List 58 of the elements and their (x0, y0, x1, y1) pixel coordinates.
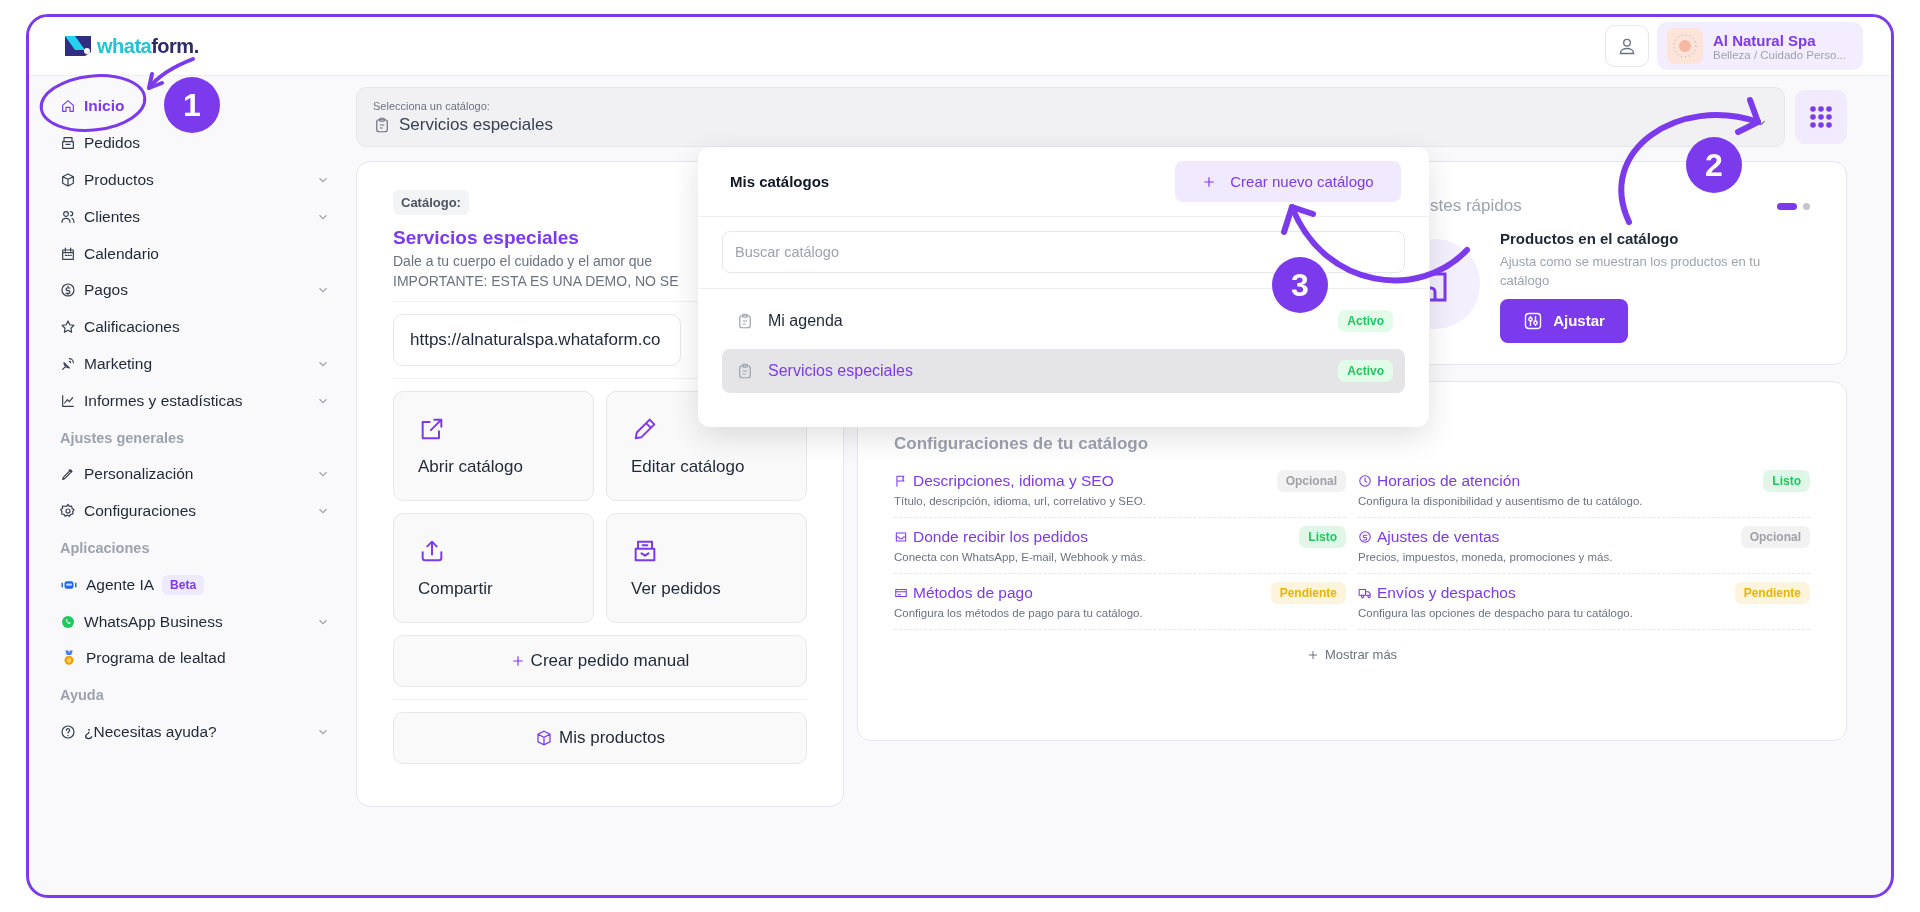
configuration-item[interactable]: Envíos y despachos Pendiente Configura las opciones de despacho para tu catálogo. (1358, 574, 1810, 630)
create-catalog-button[interactable]: Crear nuevo catálogo (1175, 161, 1401, 202)
sidebar-item[interactable]: Informes y estadísticas (60, 382, 330, 420)
configuration-item[interactable]: Donde recibir los pedidos Listo Conecta con WhatsApp, E-mail, Webhook y más. (894, 518, 1346, 574)
action-tile[interactable]: Ver pedidos (606, 513, 807, 623)
configuration-item[interactable]: Descripciones, idioma y SEO Opcional Título, descripción, idioma, url, correlativo y SEO. (894, 462, 1346, 518)
catalog-tag: Catálogo: (393, 190, 469, 215)
section-heading: Ajustes generales (60, 428, 186, 448)
configuration-item[interactable]: Métodos de pago Pendiente Configura los métodos de pago para tu catálogo. (894, 574, 1346, 630)
select-label: Selecciona un catálogo: (373, 99, 491, 112)
sidebar-item[interactable]: Calificaciones (60, 308, 180, 346)
status-badge: Activo (1338, 360, 1393, 382)
card-title: stes rápidos (1430, 196, 1522, 216)
card-title: Configuraciones de tu catálogo (894, 434, 1150, 454)
selected-catalog: Servicios especiales (399, 114, 553, 135)
url-field[interactable]: https://alnaturalspa.whataform.co (393, 314, 682, 366)
status-badge: Listo (1763, 470, 1810, 492)
sidebar-item[interactable]: ¿Necesitas ayuda? (60, 713, 330, 751)
status-badge: Listo (1299, 526, 1346, 548)
configuration-item[interactable]: Ajustes de ventas Opcional Precios, impuestos, moneda, promociones y más. (1358, 518, 1810, 574)
sidebar-item[interactable]: WhatsApp Business (60, 603, 330, 640)
search-field[interactable]: Buscar catálogo (722, 231, 1405, 273)
account-button[interactable]: Al Natural Spa Belleza / Cuidado Perso... (1657, 22, 1863, 70)
catalog-description: Dale a tu cuerpo el cuidado y el amor que (393, 253, 653, 269)
sidebar-item[interactable]: Productos (60, 161, 330, 199)
catalog-description: IMPORTANTE: ESTA ES UNA DEMO, NO SE (393, 273, 679, 289)
sidebar-item[interactable]: Personalización (60, 455, 330, 493)
sidebar-item[interactable]: Calendario (60, 235, 159, 272)
beta-badge: Beta (162, 574, 205, 595)
action-tile[interactable]: Abrir catálogo (393, 391, 594, 501)
configuration-item[interactable]: Horarios de atención Listo Configura la disponibilidad y ausentismo de tu catálogo. (1358, 462, 1810, 518)
sidebar-item[interactable]: Programa de lealtad (60, 639, 226, 677)
dropdown-title: Mis catálogos (730, 173, 830, 190)
sidebar-item[interactable]: Clientes (60, 198, 330, 236)
status-badge: Pendiente (1734, 582, 1810, 604)
status-badge: Opcional (1276, 470, 1346, 492)
setting-title: Productos en el catálogo (1500, 230, 1680, 247)
logo[interactable]: whataform. (63, 34, 199, 58)
catalog-name[interactable]: Servicios especiales (393, 227, 579, 249)
sidebar-item[interactable]: Pedidos (60, 124, 140, 162)
status-badge: Pendiente (1270, 582, 1346, 604)
status-badge: Opcional (1740, 526, 1810, 548)
action-tile[interactable]: Compartir (393, 513, 594, 623)
catalog-select[interactable]: Selecciona un catálogo: Servicios especiales (356, 87, 1785, 147)
adjust-button[interactable]: Ajustar (1500, 298, 1628, 343)
sidebar-item[interactable]: Agente IA Beta (60, 566, 205, 604)
sidebar-item[interactable]: Configuraciones (60, 492, 330, 530)
section-heading: Aplicaciones (60, 538, 151, 558)
create-order-button[interactable]: Crear pedido manual (393, 635, 807, 687)
setting-description: Ajusta como se muestran los productos en tu catálogo (1500, 253, 1762, 290)
sidebar-item[interactable]: Marketing (60, 345, 330, 383)
catalog-item[interactable]: Servicios especiales Activo (722, 349, 1405, 393)
status-badge: Activo (1338, 310, 1393, 332)
products-button[interactable]: Mis productos (393, 712, 807, 764)
sidebar-item[interactable]: Inicio (60, 88, 125, 125)
section-heading: Ayuda (60, 686, 105, 706)
show-more-button[interactable]: Mostrar más (1300, 646, 1404, 663)
sidebar-item[interactable]: Pagos (60, 272, 330, 309)
